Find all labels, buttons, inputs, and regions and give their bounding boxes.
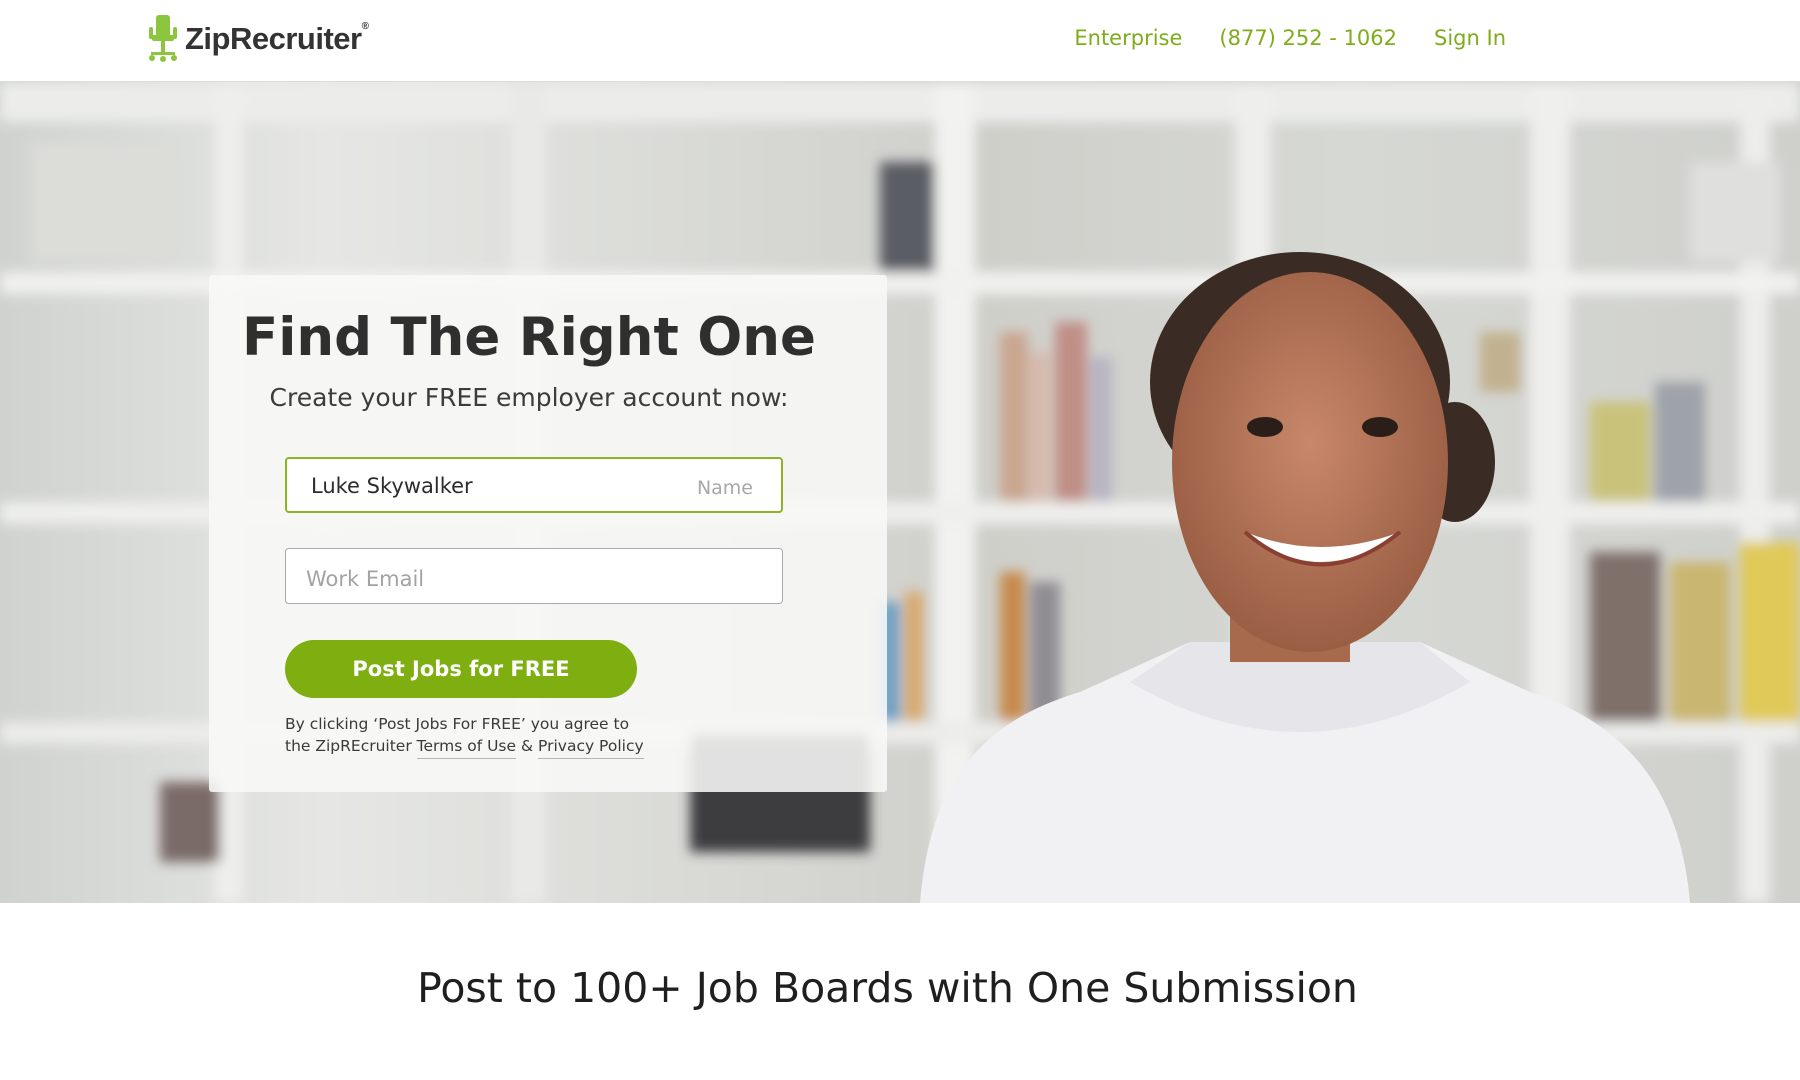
office-chair-icon xyxy=(149,15,177,62)
hero-section: Find The Right One Create your FREE empl… xyxy=(0,82,1800,903)
post-jobs-free-button[interactable]: Post Jobs for FREE xyxy=(285,640,637,698)
name-field-value: Luke Skywalker xyxy=(311,474,473,498)
person-photo xyxy=(920,252,1690,903)
privacy-policy-link[interactable]: Privacy Policy xyxy=(538,737,644,759)
terms-of-use-link[interactable]: Terms of Use xyxy=(416,737,517,759)
signup-card: Find The Right One Create your FREE empl… xyxy=(209,275,887,792)
legal-line-2: the ZipREcruiter Terms of Use & Privacy … xyxy=(285,735,685,759)
work-email-field[interactable]: Work Email xyxy=(285,548,783,604)
site-header: ZipRecruiter® Enterprise (877) 252 - 106… xyxy=(0,0,1800,82)
card-subtitle: Create your FREE employer account now: xyxy=(269,383,789,412)
nav-enterprise-link[interactable]: Enterprise xyxy=(1074,26,1182,50)
nav-phone-link[interactable]: (877) 252 - 1062 xyxy=(1219,26,1397,50)
legal-prefix: the ZipREcruiter xyxy=(285,737,412,755)
nav-sign-in-link[interactable]: Sign In xyxy=(1434,26,1506,50)
card-title: Find The Right One xyxy=(242,307,816,368)
section-tagline: Post to 100+ Job Boards with One Submiss… xyxy=(417,964,1358,1012)
legal-ampersand: & xyxy=(520,737,534,755)
work-email-placeholder: Work Email xyxy=(306,567,425,591)
name-field[interactable]: Luke Skywalker Name xyxy=(285,457,783,513)
ziprecruiter-logo[interactable]: ZipRecruiter® xyxy=(147,15,369,63)
legal-line-1: By clicking ‘Post Jobs For FREE’ you agr… xyxy=(285,715,630,733)
name-field-label: Name xyxy=(696,477,753,499)
logo-wordmark: ZipRecruiter® xyxy=(185,21,369,56)
top-nav: Enterprise (877) 252 - 1062 Sign In xyxy=(1074,26,1506,50)
legal-text: By clicking ‘Post Jobs For FREE’ you agr… xyxy=(285,713,685,759)
